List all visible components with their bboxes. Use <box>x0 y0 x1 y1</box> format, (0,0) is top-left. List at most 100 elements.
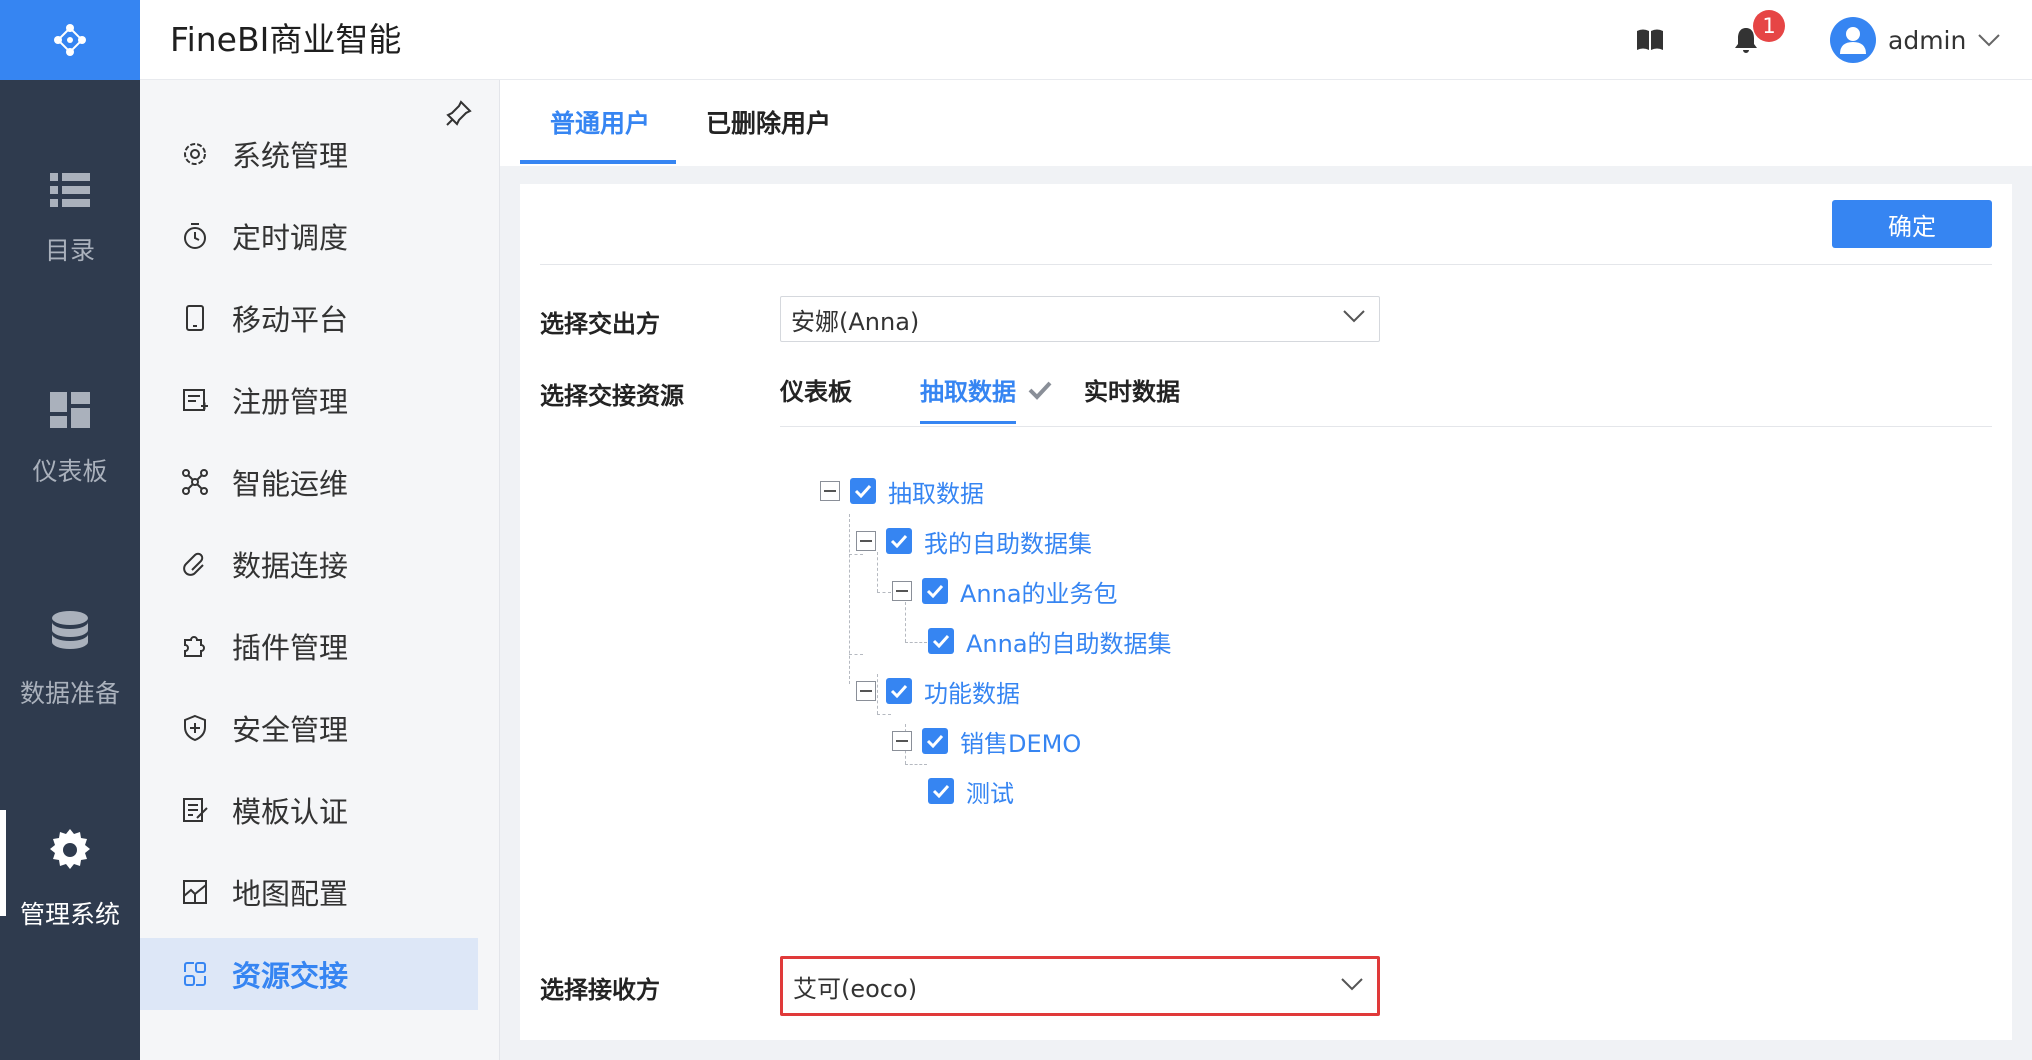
tree-node: 销售DEMO <box>892 724 1081 758</box>
nav-item-connection[interactable]: 数据连接 <box>140 528 478 600</box>
from-user-value: 安娜(Anna) <box>791 307 920 336</box>
timer-icon <box>180 221 210 251</box>
check-icon <box>890 684 908 698</box>
nav-item-map[interactable]: 地图配置 <box>140 856 478 928</box>
tab-deleted-users[interactable]: 已删除用户 <box>706 104 831 140</box>
chevron-down-icon <box>1978 34 2001 47</box>
checkbox[interactable] <box>922 728 948 754</box>
nav-item-label: 地图配置 <box>232 877 349 911</box>
nav-item-label: 插件管理 <box>232 631 349 665</box>
rail-item-admin[interactable]: 管理系统 <box>0 780 140 980</box>
tab-normal-users[interactable]: 普通用户 <box>550 104 650 140</box>
tree-node-label[interactable]: Anna的业务包 <box>960 574 1118 609</box>
collapse-toggle[interactable] <box>892 731 912 751</box>
tree-connector <box>877 592 891 593</box>
check-icon <box>932 634 950 648</box>
app-rail: 目录 仪表板 数据准备 管理系统 <box>0 0 140 1060</box>
resource-tab-extract[interactable]: 抽取数据 <box>920 372 1016 407</box>
tree-node-label[interactable]: 我的自助数据集 <box>924 524 1092 559</box>
confirm-button[interactable]: 确定 <box>1832 200 1992 248</box>
tree-connector <box>905 764 927 765</box>
check-icon <box>890 534 908 548</box>
check-icon <box>926 584 944 598</box>
plugin-icon <box>180 631 210 661</box>
template-auth-icon <box>180 795 210 825</box>
nav-item-resource-transfer[interactable]: 资源交接 <box>140 938 478 1010</box>
tree-node-label[interactable]: Anna的自助数据集 <box>966 624 1172 659</box>
rail-item-label: 数据准备 <box>19 679 120 708</box>
notification-badge: 1 <box>1753 10 1785 42</box>
tree-connector <box>905 602 906 642</box>
rail-item-label: 管理系统 <box>19 900 120 929</box>
rail-item-label: 仪表板 <box>32 457 108 486</box>
tree-node: Anna的自助数据集 <box>928 624 1172 658</box>
resource-tab-realtime[interactable]: 实时数据 <box>1084 372 1180 407</box>
checkbox[interactable] <box>922 578 948 604</box>
nav-item-mobile[interactable]: 移动平台 <box>140 282 478 354</box>
nav-item-register[interactable]: 注册管理 <box>140 364 478 436</box>
rail-item-dashboard[interactable]: 仪表板 <box>0 340 140 540</box>
to-label: 选择接收方 <box>540 976 660 1004</box>
rail-item-data-prep[interactable]: 数据准备 <box>0 560 140 760</box>
resource-tab-dashboard[interactable]: 仪表板 <box>780 372 852 407</box>
nav-item-system[interactable]: 系统管理 <box>140 118 478 190</box>
to-user-select[interactable]: 艾可(eoco) <box>780 956 1380 1016</box>
tree-node: 抽取数据 <box>820 474 984 508</box>
ops-icon <box>180 467 210 497</box>
register-icon <box>180 385 210 415</box>
nav-item-label: 资源交接 <box>232 959 349 993</box>
collapse-toggle[interactable] <box>892 581 912 601</box>
from-user-select[interactable]: 安娜(Anna) <box>780 296 1380 342</box>
tree-node: 功能数据 <box>856 674 1020 708</box>
nav-item-label: 安全管理 <box>232 713 349 747</box>
nav-item-label: 注册管理 <box>232 385 349 419</box>
tab-underline <box>520 160 676 164</box>
transfer-panel: 确定 选择交出方 安娜(Anna) 选择交接资源 仪表板 抽取数据 实时数据 抽… <box>520 184 2012 1040</box>
map-icon <box>180 877 210 907</box>
chevron-down-icon <box>1343 310 1365 323</box>
tree-node: 我的自助数据集 <box>856 524 1092 558</box>
tree-connector <box>905 642 927 643</box>
link-icon <box>180 549 210 579</box>
nav-item-ops[interactable]: 智能运维 <box>140 446 478 518</box>
resource-label: 选择交接资源 <box>540 382 684 410</box>
help-book-button[interactable] <box>1636 0 1664 80</box>
tree-node-label[interactable]: 销售DEMO <box>960 724 1081 759</box>
checkbox[interactable] <box>850 478 876 504</box>
collapse-toggle[interactable] <box>856 681 876 701</box>
nav-item-schedule[interactable]: 定时调度 <box>140 200 478 272</box>
avatar <box>1830 17 1876 63</box>
tree-node-label[interactable]: 测试 <box>966 774 1014 809</box>
username: admin <box>1888 25 1967 55</box>
checkbox[interactable] <box>928 628 954 654</box>
nav-item-plugin[interactable]: 插件管理 <box>140 610 478 682</box>
notification-button[interactable] <box>1734 0 1758 80</box>
nav-item-label: 智能运维 <box>232 467 349 501</box>
checkbox[interactable] <box>886 528 912 554</box>
check-icon <box>1028 381 1052 400</box>
tree-connector <box>849 654 863 655</box>
nav-item-label: 移动平台 <box>232 303 349 337</box>
app-logo[interactable] <box>0 0 140 80</box>
checkbox[interactable] <box>886 678 912 704</box>
user-menu[interactable]: admin <box>1830 16 2001 64</box>
tree-connector <box>877 552 878 592</box>
gear-icon <box>50 829 90 869</box>
nav-item-label: 定时调度 <box>232 221 349 255</box>
main-content: 普通用户 已删除用户 确定 选择交出方 安娜(Anna) 选择交接资源 仪表板 … <box>500 80 2032 1060</box>
list-icon <box>50 173 90 207</box>
collapse-toggle[interactable] <box>856 531 876 551</box>
rail-item-label: 目录 <box>44 236 95 265</box>
checkbox[interactable] <box>928 778 954 804</box>
chevron-down-icon <box>1341 978 1363 991</box>
nav-item-template-auth[interactable]: 模板认证 <box>140 774 478 846</box>
database-icon <box>52 611 88 649</box>
nav-item-security[interactable]: 安全管理 <box>140 692 478 764</box>
logo-icon <box>54 24 86 56</box>
rail-item-catalog[interactable]: 目录 <box>0 120 140 320</box>
tree-node-label[interactable]: 功能数据 <box>924 674 1020 709</box>
dashboard-icon <box>50 392 90 428</box>
to-user-value: 艾可(eoco) <box>793 974 918 1003</box>
tree-node-label[interactable]: 抽取数据 <box>888 474 984 509</box>
collapse-toggle[interactable] <box>820 481 840 501</box>
